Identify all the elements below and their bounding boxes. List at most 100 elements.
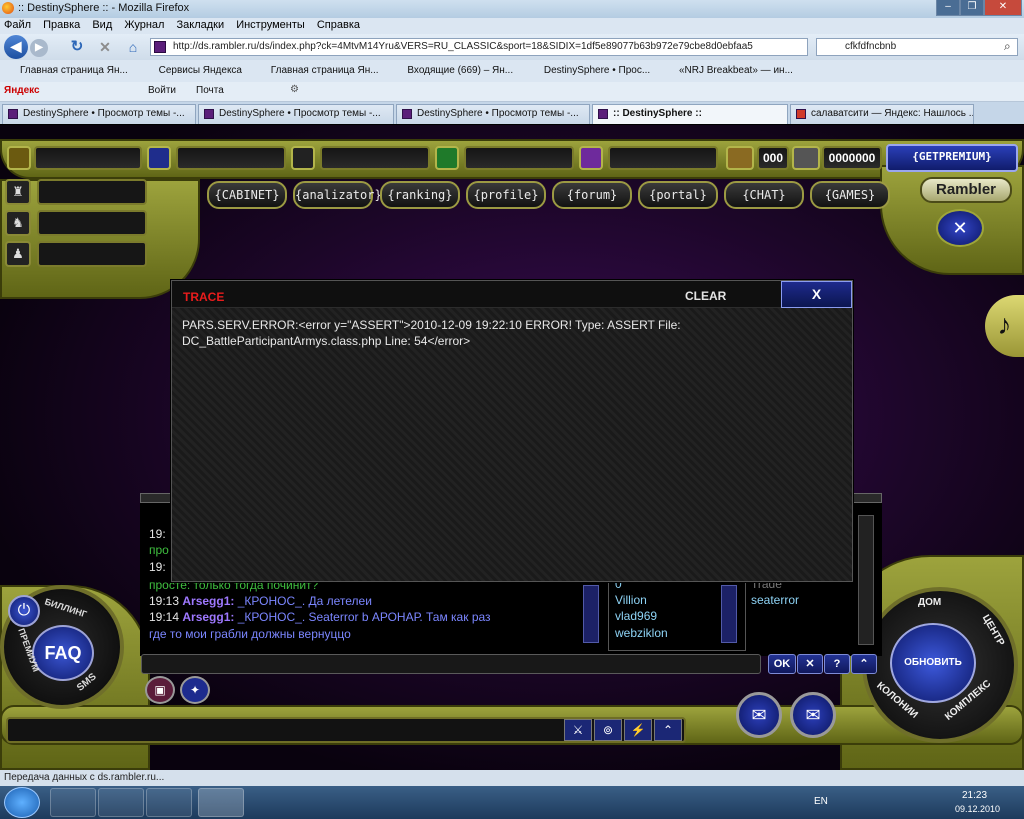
reload-icon[interactable]: ↻	[68, 38, 86, 56]
bookmarks-toolbar: Главная страница Ян... Сервисы Яндекса Г…	[0, 60, 1024, 82]
right-list-item[interactable]: seaterror	[751, 593, 799, 607]
nav-chat[interactable]: {CHAT}	[724, 181, 804, 209]
nav-profile[interactable]: {profile}	[466, 181, 546, 209]
stars-icon[interactable]: ✦	[180, 676, 210, 704]
clock-date[interactable]: 09.12.2010	[955, 804, 1000, 814]
user-item[interactable]: Villion	[615, 593, 647, 607]
player-icon-3[interactable]: ♟	[5, 241, 31, 267]
window-titlebar: :: DestinySphere :: - Mozilla Firefox – …	[0, 0, 1024, 18]
search-input[interactable]: cfkfdfncbnb	[816, 38, 1018, 56]
clock-time[interactable]: 21:23	[962, 790, 987, 801]
refresh-button[interactable]: ОБНОВИТЬ	[890, 623, 976, 703]
chat-line: 19:13 Arsegg1: _КРОНОС_. Да летелеи	[149, 593, 372, 609]
mail-icon[interactable]: ✉	[790, 692, 836, 738]
nav-cabinet[interactable]: {CABINET}	[207, 181, 287, 209]
lightning-badge-icon[interactable]: ⚡	[624, 719, 652, 741]
user-item[interactable]: vlad969	[615, 609, 657, 623]
bookmark-item[interactable]: Сервисы Яндекса	[159, 65, 242, 76]
chat-nick[interactable]: Arsegg1:	[182, 610, 234, 624]
stop-icon[interactable]: ✕	[96, 38, 114, 56]
menu-history[interactable]: Журнал	[124, 19, 164, 31]
language-indicator[interactable]: EN	[814, 796, 828, 807]
explorer-folder-icon[interactable]	[98, 788, 144, 817]
chat-nick[interactable]: Arsegg1:	[182, 594, 234, 608]
player-icon-1[interactable]: ♜	[5, 179, 31, 205]
double-chevron-up-icon[interactable]: ⌃	[654, 719, 682, 741]
nav-analizator[interactable]: {analizator}	[293, 181, 382, 209]
firefox-task-icon[interactable]	[198, 788, 244, 817]
power-icon[interactable]: ⏻	[8, 595, 40, 627]
tab-favicon	[204, 109, 214, 119]
chat-scrollbar[interactable]	[583, 585, 599, 643]
shield-icon[interactable]: ▣	[145, 676, 175, 704]
url-input[interactable]: http://ds.rambler.ru/ds/index.php?ck=4Mt…	[150, 38, 808, 56]
help-button[interactable]: ?	[824, 654, 850, 674]
skype-icon[interactable]	[146, 788, 192, 817]
chat-input[interactable]	[141, 654, 761, 674]
menu-tools[interactable]: Инструменты	[236, 19, 305, 31]
tab-2[interactable]: DestinySphere • Просмотр темы -...	[198, 104, 394, 124]
rambler-logo[interactable]: Rambler	[920, 177, 1012, 203]
equalizer-icon	[435, 146, 459, 170]
yandex-brand[interactable]: Яндекс	[4, 85, 40, 96]
clear-button[interactable]: CLEAR	[685, 289, 726, 303]
tab-favicon	[8, 109, 18, 119]
tools-icon[interactable]: ✕	[936, 209, 984, 247]
nav-portal[interactable]: {portal}	[638, 181, 718, 209]
menu-bookmarks[interactable]: Закладки	[177, 19, 225, 31]
yandex-mail[interactable]: Почта	[196, 85, 224, 96]
yandex-login[interactable]: Войти	[148, 85, 176, 96]
binoculars-icon[interactable]: ⊚	[594, 719, 622, 741]
tools-small-icon[interactable]: ✕	[797, 654, 823, 674]
atom-icon	[579, 146, 603, 170]
menu-help[interactable]: Справка	[317, 19, 360, 31]
minimize-button[interactable]: –	[936, 0, 960, 16]
gear-icon[interactable]: ⚙	[290, 84, 299, 95]
menu-edit[interactable]: Правка	[43, 19, 80, 31]
tab-1[interactable]: DestinySphere • Просмотр темы -...	[2, 104, 196, 124]
status-bar: Передача данных с ds.rambler.ru...	[0, 770, 1024, 786]
player-icon-2[interactable]: ♞	[5, 210, 31, 236]
chat-partial: 19:	[149, 527, 166, 541]
forward-button[interactable]: ▶	[30, 39, 48, 57]
tab-3[interactable]: DestinySphere • Просмотр темы -...	[396, 104, 590, 124]
tab-5[interactable]: салаватсити — Яндекс: Нашлось ...	[790, 104, 974, 124]
close-dialog-button[interactable]: X	[781, 281, 852, 308]
chevron-up-icon[interactable]: ⌃	[851, 654, 877, 674]
bookmark-item[interactable]: DestinySphere • Прос...	[544, 65, 650, 76]
menu-view[interactable]: Вид	[92, 19, 112, 31]
bookmark-item[interactable]: Главная страница Ян...	[20, 65, 128, 76]
getpremium-button[interactable]: {GETPREMIUM}	[886, 144, 1018, 172]
tab-4-active[interactable]: :: DestinySphere ::	[592, 104, 788, 124]
speech-bubble-icon[interactable]: ✉	[736, 692, 782, 738]
ring-home[interactable]: ДОМ	[918, 597, 941, 608]
nav-ranking[interactable]: {ranking}	[380, 181, 460, 209]
ok-button[interactable]: OK	[768, 654, 796, 674]
nav-games[interactable]: {GAMES}	[810, 181, 890, 209]
back-button[interactable]: ◀	[4, 35, 28, 59]
chat-partial: про	[149, 543, 169, 557]
close-window-button[interactable]: ✕	[984, 0, 1022, 16]
bookmark-item[interactable]: Главная страница Ян...	[271, 65, 379, 76]
search-icon[interactable]: ⌕	[1004, 39, 1011, 54]
sword-icon[interactable]: ⚔	[564, 719, 592, 741]
start-button[interactable]	[4, 787, 40, 818]
home-icon[interactable]: ⌂	[124, 38, 142, 56]
menu-file[interactable]: Файл	[4, 19, 31, 31]
tab-favicon	[796, 109, 806, 119]
user-item[interactable]: webziklon	[615, 626, 668, 640]
nav-forum[interactable]: {forum}	[552, 181, 632, 209]
faq-button[interactable]: FAQ	[32, 625, 94, 681]
ie-icon[interactable]	[50, 788, 96, 817]
player-field-1	[37, 179, 147, 205]
music-note-icon[interactable]: ♪	[985, 295, 1024, 357]
user-scrollbar[interactable]	[721, 585, 737, 643]
tab-label: салаватсити — Яндекс: Нашлось ...	[811, 108, 974, 119]
taskbar: EN 21:23 09.12.2010	[0, 786, 1024, 819]
tab-strip: DestinySphere • Просмотр темы -... Desti…	[0, 102, 1024, 124]
restore-button[interactable]: ❐	[960, 0, 984, 16]
yandex-toolbar: Яндекс Войти Почта ⚙	[0, 82, 1024, 102]
bookmark-item[interactable]: «NRJ Breakbeat» — ин...	[679, 65, 793, 76]
right-scrollbar[interactable]	[858, 515, 874, 645]
bookmark-item[interactable]: Входящие (669) – Ян...	[407, 65, 513, 76]
